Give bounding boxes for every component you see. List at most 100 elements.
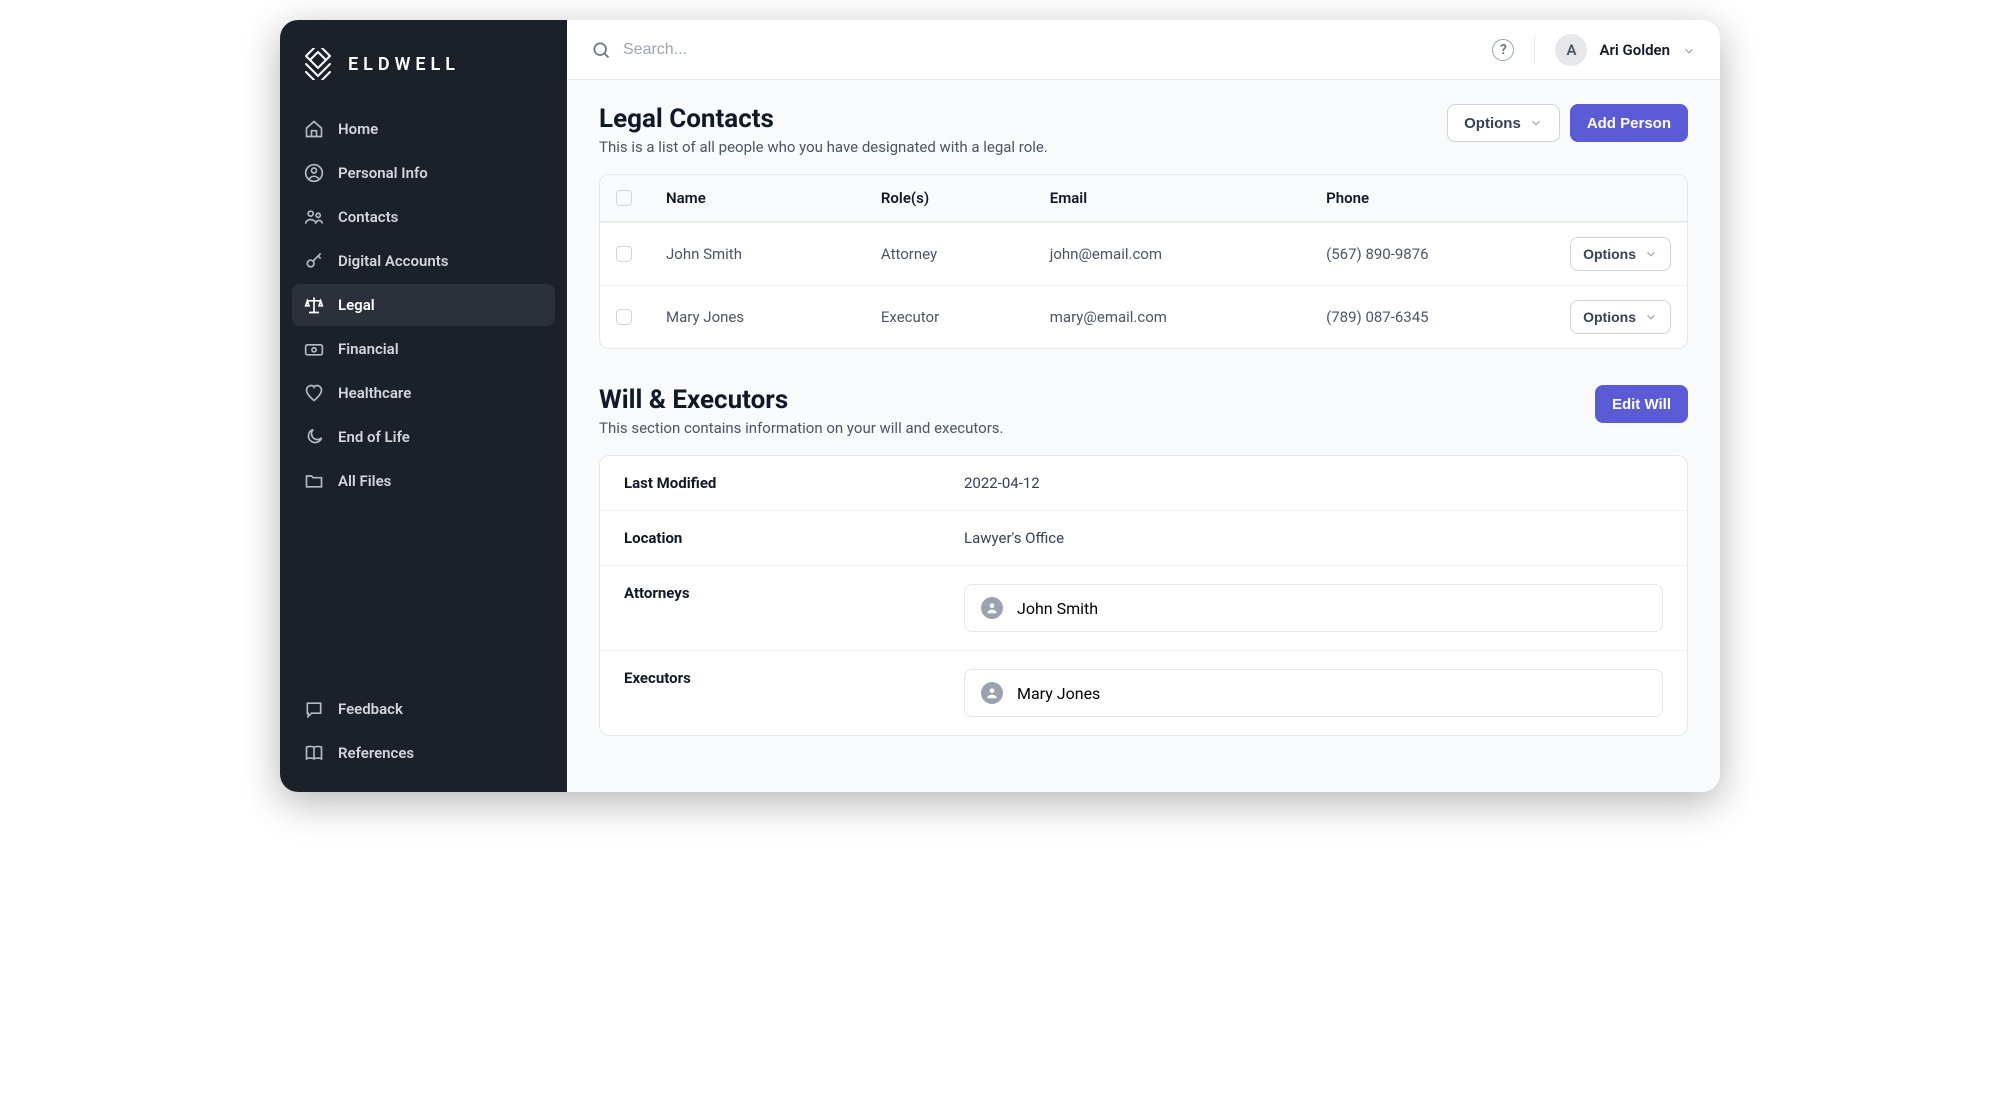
heart-icon xyxy=(304,383,324,403)
will-label: Attorneys xyxy=(624,584,964,602)
sidebar-item-personal-info[interactable]: Personal Info xyxy=(292,152,555,194)
sidebar-item-label: Feedback xyxy=(338,700,403,718)
sidebar-nav: Home Personal Info Contacts Digital Acco… xyxy=(280,108,567,688)
person-chip[interactable]: John Smith xyxy=(964,584,1663,632)
will-subtitle: This section contains information on you… xyxy=(599,419,1004,437)
will-header: Will & Executors This section contains i… xyxy=(599,385,1688,437)
will-value: 2022-04-12 xyxy=(964,474,1663,492)
brand: ELDWELL xyxy=(280,42,567,108)
money-icon xyxy=(304,339,324,359)
user-menu[interactable]: A Ari Golden xyxy=(1555,34,1696,66)
person-avatar-icon xyxy=(981,682,1003,704)
will-label: Last Modified xyxy=(624,474,964,492)
book-icon xyxy=(304,743,324,763)
cell-phone: (789) 087-6345 xyxy=(1326,308,1541,326)
question-icon: ? xyxy=(1500,42,1507,58)
legal-contacts-options-button[interactable]: Options xyxy=(1447,104,1560,142)
sidebar-item-healthcare[interactable]: Healthcare xyxy=(292,372,555,414)
cell-name: John Smith xyxy=(666,245,881,263)
avatar-initial: A xyxy=(1566,41,1576,59)
brand-logo-icon xyxy=(302,48,334,80)
key-icon xyxy=(304,251,324,271)
brand-name: ELDWELL xyxy=(348,54,460,75)
sidebar-item-label: All Files xyxy=(338,472,391,490)
sidebar-item-all-files[interactable]: All Files xyxy=(292,460,555,502)
cell-role: Executor xyxy=(881,308,1050,326)
sidebar-item-references[interactable]: References xyxy=(292,732,555,774)
chevron-down-icon xyxy=(1644,247,1658,261)
chevron-down-icon xyxy=(1529,116,1543,130)
sidebar-item-home[interactable]: Home xyxy=(292,108,555,150)
legal-contacts-table: Name Role(s) Email Phone John Smith Atto… xyxy=(599,174,1688,349)
sidebar: ELDWELL Home Personal Info Contacts Digi… xyxy=(280,20,567,792)
col-name: Name xyxy=(666,189,881,207)
sidebar-item-label: End of Life xyxy=(338,428,410,446)
sidebar-item-label: Healthcare xyxy=(338,384,411,402)
will-title: Will & Executors xyxy=(599,385,1004,415)
sidebar-item-label: Home xyxy=(338,120,378,138)
sidebar-bottom: Feedback References xyxy=(280,688,567,792)
sidebar-item-label: Financial xyxy=(338,340,399,358)
will-card: Last Modified 2022-04-12 Location Lawyer… xyxy=(599,455,1688,736)
row-checkbox[interactable] xyxy=(616,246,632,262)
cell-email: john@email.com xyxy=(1050,245,1326,263)
person-name: Mary Jones xyxy=(1017,684,1100,703)
button-label: Edit Will xyxy=(1612,396,1671,413)
row-options-button[interactable]: Options xyxy=(1570,237,1671,271)
folder-icon xyxy=(304,471,324,491)
help-button[interactable]: ? xyxy=(1492,39,1514,61)
will-label: Executors xyxy=(624,669,964,687)
person-icon xyxy=(304,163,324,183)
will-row-location: Location Lawyer's Office xyxy=(600,511,1687,566)
row-checkbox[interactable] xyxy=(616,309,632,325)
main: ? A Ari Golden Legal Contacts This is a … xyxy=(567,20,1720,792)
button-label: Add Person xyxy=(1587,115,1671,132)
sidebar-item-contacts[interactable]: Contacts xyxy=(292,196,555,238)
table-row: Mary Jones Executor mary@email.com (789)… xyxy=(600,285,1687,348)
app-frame: ELDWELL Home Personal Info Contacts Digi… xyxy=(280,20,1720,792)
cell-phone: (567) 890-9876 xyxy=(1326,245,1541,263)
will-row-executors: Executors Mary Jones xyxy=(600,651,1687,735)
moon-icon xyxy=(304,427,324,447)
sidebar-item-label: Digital Accounts xyxy=(338,252,448,270)
avatar: A xyxy=(1555,34,1587,66)
col-roles: Role(s) xyxy=(881,189,1050,207)
scales-icon xyxy=(304,295,324,315)
sidebar-item-end-of-life[interactable]: End of Life xyxy=(292,416,555,458)
person-chip[interactable]: Mary Jones xyxy=(964,669,1663,717)
content: Legal Contacts This is a list of all peo… xyxy=(567,80,1720,792)
search-input[interactable] xyxy=(623,41,1478,59)
sidebar-item-label: References xyxy=(338,744,414,762)
button-label: Options xyxy=(1583,309,1636,325)
legal-contacts-title: Legal Contacts xyxy=(599,104,1048,134)
will-value: Lawyer's Office xyxy=(964,529,1663,547)
button-label: Options xyxy=(1583,246,1636,262)
sidebar-item-digital-accounts[interactable]: Digital Accounts xyxy=(292,240,555,282)
col-phone: Phone xyxy=(1326,189,1541,207)
legal-contacts-header: Legal Contacts This is a list of all peo… xyxy=(599,104,1688,156)
table-row: John Smith Attorney john@email.com (567)… xyxy=(600,222,1687,285)
home-icon xyxy=(304,119,324,139)
cell-name: Mary Jones xyxy=(666,308,881,326)
sidebar-item-label: Legal xyxy=(338,296,375,314)
person-name: John Smith xyxy=(1017,599,1098,618)
row-options-button[interactable]: Options xyxy=(1570,300,1671,334)
cell-role: Attorney xyxy=(881,245,1050,263)
sidebar-item-label: Personal Info xyxy=(338,164,428,182)
chat-icon xyxy=(304,699,324,719)
will-row-attorneys: Attorneys John Smith xyxy=(600,566,1687,651)
sidebar-item-financial[interactable]: Financial xyxy=(292,328,555,370)
sidebar-item-feedback[interactable]: Feedback xyxy=(292,688,555,730)
search-icon xyxy=(591,40,611,60)
edit-will-button[interactable]: Edit Will xyxy=(1595,385,1688,423)
sidebar-item-label: Contacts xyxy=(338,208,398,226)
chevron-down-icon xyxy=(1682,43,1696,57)
person-avatar-icon xyxy=(981,597,1003,619)
add-person-button[interactable]: Add Person xyxy=(1570,104,1688,142)
button-label: Options xyxy=(1464,115,1521,132)
cell-email: mary@email.com xyxy=(1050,308,1326,326)
sidebar-item-legal[interactable]: Legal xyxy=(292,284,555,326)
legal-contacts-subtitle: This is a list of all people who you hav… xyxy=(599,138,1048,156)
select-all-checkbox[interactable] xyxy=(616,190,632,206)
user-name: Ari Golden xyxy=(1599,41,1670,59)
